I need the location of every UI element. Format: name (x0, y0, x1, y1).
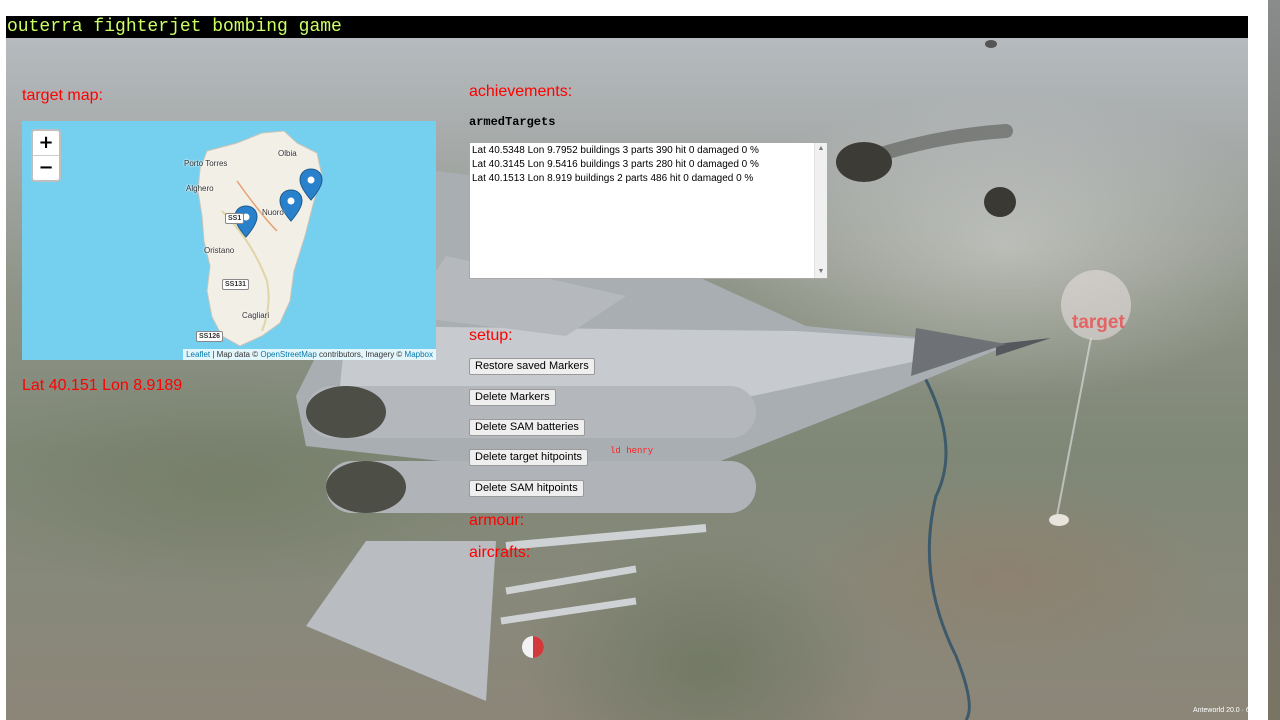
road-shield: SS126 (196, 331, 224, 342)
target-balloon-label: target (1072, 312, 1125, 333)
map-place-label: Alghero (186, 184, 214, 193)
delete-markers-button[interactable]: Delete Markers (469, 389, 556, 406)
attribution-text-2: contributors, Imagery © (316, 350, 405, 359)
delete-sam-hitpoints-button[interactable]: Delete SAM hitpoints (469, 480, 584, 497)
aircrafts-heading: aircrafts: (469, 544, 531, 561)
lat-lon-readout: Lat 40.151 Lon 8.9189 (22, 377, 183, 394)
map-place-label: Olbia (278, 149, 297, 158)
mapbox-link[interactable]: Mapbox (405, 350, 433, 359)
restore-saved-markers-button[interactable]: Restore saved Markers (469, 358, 595, 375)
map-place-label: Nuoro (262, 208, 284, 217)
zoom-out-button[interactable]: − (33, 156, 59, 180)
title-bar: outerra fighterjet bombing game (6, 16, 1248, 38)
openstreetmap-link[interactable]: OpenStreetMap (260, 350, 316, 359)
scroll-up-icon[interactable]: ▲ (815, 143, 827, 155)
page-title: outerra fighterjet bombing game (7, 17, 342, 37)
target-map[interactable]: + − Porto Torres Olbia Alghero Nuoro Ori… (22, 121, 436, 360)
map-place-label: Porto Torres (184, 159, 228, 168)
target-line: Lat 40.1513 Lon 8.919 buildings 2 parts … (472, 173, 754, 184)
background-window-edge (1268, 0, 1280, 720)
armed-targets-heading: armedTargets (469, 115, 556, 129)
right-margin (1248, 0, 1268, 720)
delete-sam-batteries-button[interactable]: Delete SAM batteries (469, 419, 585, 436)
map-place-label: Cagliari (242, 311, 270, 320)
textarea-scrollbar[interactable]: ▲ ▼ (814, 143, 827, 278)
target-line: Lat 40.3145 Lon 9.5416 buildings 3 parts… (472, 159, 759, 170)
player-name-tag: ld henry (610, 446, 654, 456)
attribution-text: | Map data © (210, 350, 261, 359)
road-shield: SS1 (225, 213, 245, 224)
target-balloon (1049, 270, 1131, 526)
map-place-label: Oristano (204, 246, 235, 255)
armour-heading: armour: (469, 512, 525, 529)
smoke-trail (836, 40, 1016, 217)
river (904, 345, 971, 720)
achievements-heading: achievements: (469, 83, 573, 100)
zoom-in-button[interactable]: + (33, 131, 59, 156)
map-zoom-control: + − (31, 129, 61, 182)
armed-targets-textarea[interactable]: Lat 40.5348 Lon 9.7952 buildings 3 parts… (469, 142, 828, 279)
version-label: Anteworld 20.0 · 65 (1193, 707, 1254, 714)
setup-heading: setup: (469, 327, 513, 344)
target-line: Lat 40.5348 Lon 9.7952 buildings 3 parts… (472, 145, 759, 156)
road-shield: SS131 (222, 279, 250, 290)
scroll-down-icon[interactable]: ▼ (815, 266, 827, 278)
delete-target-hitpoints-button[interactable]: Delete target hitpoints (469, 449, 589, 466)
map-tiles (197, 130, 323, 347)
leaflet-link[interactable]: Leaflet (186, 350, 210, 359)
map-attribution: Leaflet | Map data © OpenStreetMap contr… (183, 349, 436, 360)
target-map-heading: target map: (22, 87, 103, 104)
